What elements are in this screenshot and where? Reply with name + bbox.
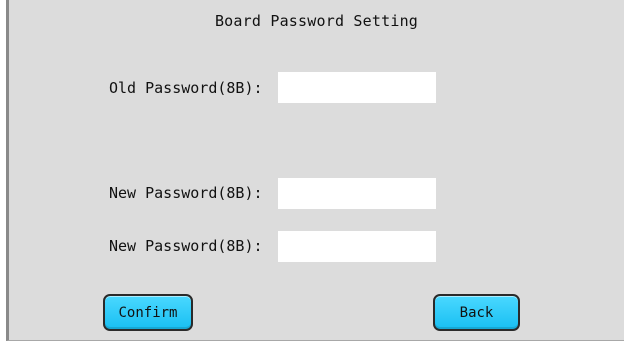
- confirm-password-label: New Password(8B):: [109, 237, 263, 255]
- confirm-password-field[interactable]: [278, 231, 436, 262]
- new-password-field[interactable]: [278, 178, 436, 209]
- old-password-field[interactable]: [278, 72, 436, 103]
- new-password-label: New Password(8B):: [109, 184, 263, 202]
- page-title: Board Password Setting: [214, 12, 419, 30]
- confirm-button[interactable]: Confirm: [103, 294, 193, 331]
- password-setting-panel: Board Password Setting Old Password(8B):…: [6, 0, 624, 341]
- back-button[interactable]: Back: [433, 294, 520, 331]
- old-password-label: Old Password(8B):: [109, 79, 263, 97]
